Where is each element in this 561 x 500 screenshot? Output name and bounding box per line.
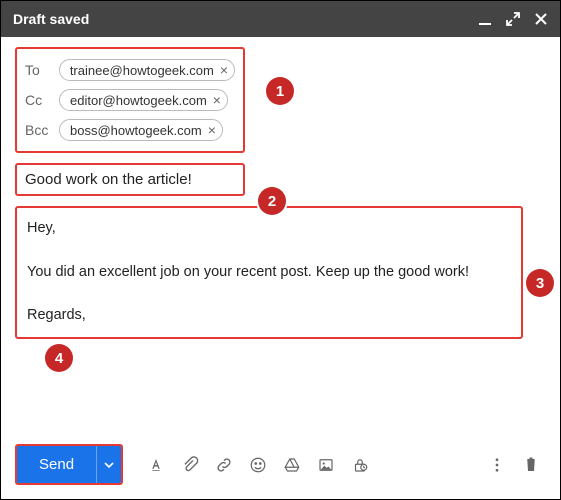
bcc-label: Bcc xyxy=(25,122,59,138)
recipients-box: To trainee@howtogeek.com × Cc editor@how… xyxy=(15,47,245,153)
attach-icon[interactable] xyxy=(175,450,205,480)
cc-chip-text: editor@howtogeek.com xyxy=(70,93,207,108)
header-controls xyxy=(478,12,548,26)
link-icon[interactable] xyxy=(209,450,239,480)
confidential-icon[interactable] xyxy=(345,450,375,480)
annotation-badge-2: 2 xyxy=(258,187,286,215)
bcc-row[interactable]: Bcc boss@howtogeek.com × xyxy=(25,115,235,145)
compose-toolbar: Send xyxy=(1,434,560,499)
to-chip-text: trainee@howtogeek.com xyxy=(70,63,214,78)
formatting-icon[interactable] xyxy=(141,450,171,480)
message-body[interactable]: Hey, You did an excellent job on your re… xyxy=(15,206,523,339)
drive-icon[interactable] xyxy=(277,450,307,480)
cc-chip[interactable]: editor@howtogeek.com × xyxy=(59,89,228,111)
cc-row[interactable]: Cc editor@howtogeek.com × xyxy=(25,85,235,115)
expand-icon[interactable] xyxy=(506,12,520,26)
cc-label: Cc xyxy=(25,92,59,108)
remove-chip-icon[interactable]: × xyxy=(213,92,221,108)
more-options-icon[interactable] xyxy=(482,450,512,480)
close-icon[interactable] xyxy=(534,12,548,26)
discard-icon[interactable] xyxy=(516,450,546,480)
compose-body: To trainee@howtogeek.com × Cc editor@how… xyxy=(1,37,560,434)
header-title: Draft saved xyxy=(13,11,478,27)
annotation-badge-1: 1 xyxy=(266,77,294,105)
to-chip[interactable]: trainee@howtogeek.com × xyxy=(59,59,235,81)
send-button[interactable]: Send xyxy=(17,446,96,483)
compose-header: Draft saved xyxy=(1,1,560,37)
bcc-chip-text: boss@howtogeek.com xyxy=(70,123,202,138)
send-group: Send xyxy=(15,444,123,485)
to-row[interactable]: To trainee@howtogeek.com × xyxy=(25,55,235,85)
emoji-icon[interactable] xyxy=(243,450,273,480)
annotation-badge-4: 4 xyxy=(45,344,73,372)
bcc-chip[interactable]: boss@howtogeek.com × xyxy=(59,119,223,141)
annotation-badge-3: 3 xyxy=(526,269,554,297)
subject-field[interactable]: Good work on the article! xyxy=(15,163,245,196)
to-label: To xyxy=(25,62,59,78)
send-options-button[interactable] xyxy=(96,446,121,483)
image-icon[interactable] xyxy=(311,450,341,480)
remove-chip-icon[interactable]: × xyxy=(208,122,216,138)
remove-chip-icon[interactable]: × xyxy=(220,62,228,78)
minimize-icon[interactable] xyxy=(478,12,492,26)
